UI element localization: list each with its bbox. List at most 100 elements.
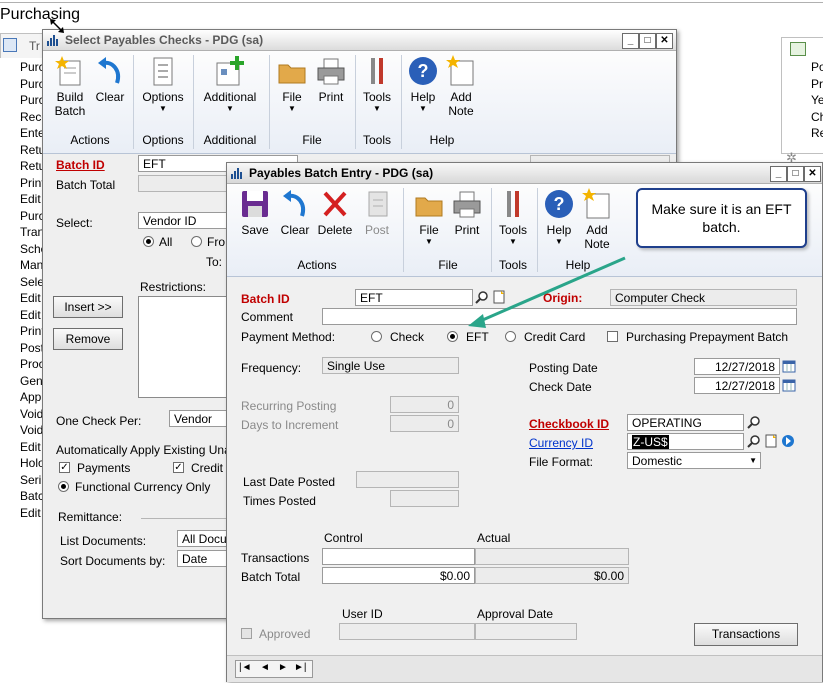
left-nav-item[interactable]: Void <box>20 407 42 421</box>
maximize-button[interactable]: □ <box>787 166 804 182</box>
maximize-button[interactable]: □ <box>639 33 656 49</box>
tools-button[interactable]: Tools ▼ <box>359 55 395 114</box>
first-record-button[interactable]: |◄ <box>239 662 252 673</box>
left-nav-item[interactable]: Gen <box>20 374 42 388</box>
last-record-button[interactable]: ►| <box>294 662 307 673</box>
right-nav-item[interactable]: Po <box>811 60 823 74</box>
left-nav-item[interactable]: Purc <box>20 77 42 91</box>
left-nav-item[interactable]: Retu <box>20 159 42 173</box>
build-batch-button[interactable]: Build Batch <box>51 55 89 118</box>
list-documents-dropdown[interactable]: All Docur <box>177 530 229 547</box>
left-nav-item[interactable]: Edit <box>20 440 41 454</box>
left-nav-item[interactable]: Ente <box>20 126 42 140</box>
sort-documents-dropdown[interactable]: Date <box>177 550 229 567</box>
right-nav-item[interactable]: Re <box>811 126 823 140</box>
add-note-button[interactable]: Add Note <box>443 55 479 118</box>
delete-button[interactable]: Delete <box>315 188 355 237</box>
batch-entry-titlebar[interactable]: Payables Batch Entry - PDG (sa) _ □ ✕ <box>227 163 822 184</box>
left-nav-item[interactable]: Print <box>20 176 42 190</box>
minimize-button[interactable]: _ <box>622 33 639 49</box>
batch-total-control-field[interactable]: $0.00 <box>322 567 475 584</box>
left-nav-item[interactable]: Purc <box>20 93 42 107</box>
remove-button[interactable]: Remove <box>53 328 123 350</box>
checkbook-id-field[interactable]: OPERATING <box>627 414 744 431</box>
check-date-field[interactable]: 12/27/2018 <box>694 377 780 394</box>
right-nav-item[interactable]: Ye <box>811 93 823 107</box>
transactions-control-field[interactable] <box>322 548 475 565</box>
left-nav-item[interactable]: Holo <box>20 456 42 470</box>
prepayment-checkbox[interactable] <box>607 331 618 342</box>
post-button[interactable]: Post <box>359 188 395 237</box>
file-button[interactable]: File ▼ <box>411 188 447 247</box>
left-nav-item[interactable]: Seri <box>20 473 41 487</box>
previous-record-button[interactable]: ◄ <box>260 662 270 673</box>
all-radio[interactable] <box>143 236 154 247</box>
payments-checkbox[interactable]: ✓ <box>59 462 70 473</box>
left-nav-item[interactable]: Edit <box>20 506 41 520</box>
left-nav-item[interactable]: Appl <box>20 390 42 404</box>
file-button[interactable]: File ▼ <box>275 55 309 114</box>
left-nav-item[interactable]: Purc <box>20 60 42 74</box>
additional-button[interactable]: Additional ▼ <box>199 55 261 114</box>
file-format-dropdown[interactable]: Domestic ▼ <box>627 452 761 469</box>
left-nav-item[interactable]: Tran <box>20 225 42 239</box>
one-check-per-dropdown[interactable]: Vendor <box>169 410 229 427</box>
left-nav-tab[interactable]: Tr <box>0 33 44 58</box>
currency-id-link[interactable]: Currency ID <box>529 436 593 450</box>
add-note-button[interactable]: Add Note <box>579 188 615 251</box>
insert-button[interactable]: Insert >> <box>53 296 123 318</box>
transactions-button[interactable]: Transactions <box>694 623 798 646</box>
left-nav-item[interactable]: Print <box>20 324 42 338</box>
note-icon[interactable] <box>492 290 506 304</box>
select-checks-titlebar[interactable]: Select Payables Checks - PDG (sa) _ □ ✕ <box>43 30 676 51</box>
batch-id-field[interactable]: EFT <box>355 289 473 306</box>
right-nav-item[interactable]: Ch <box>811 110 823 124</box>
calendar-icon[interactable] <box>782 378 796 392</box>
close-button[interactable]: ✕ <box>804 166 821 182</box>
help-button[interactable]: ? Help ▼ <box>541 188 577 247</box>
check-radio[interactable] <box>371 331 382 342</box>
save-button[interactable]: Save <box>235 188 275 237</box>
posting-date-field[interactable]: 12/27/2018 <box>694 358 780 375</box>
lookup-icon[interactable] <box>747 434 761 448</box>
note-icon[interactable] <box>764 434 778 448</box>
left-nav-item[interactable]: Edit <box>20 291 41 305</box>
left-nav-item[interactable]: Proc <box>20 357 42 371</box>
print-button[interactable]: Print <box>449 188 485 237</box>
select-dropdown[interactable]: Vendor ID <box>138 212 228 229</box>
approved-checkbox[interactable] <box>241 628 252 639</box>
minimize-button[interactable]: _ <box>770 166 787 182</box>
clear-button[interactable]: Clear <box>93 55 127 104</box>
comment-field[interactable] <box>322 308 797 325</box>
left-nav-item[interactable]: Void <box>20 423 42 437</box>
currency-id-field[interactable]: Z-US$ <box>627 433 744 450</box>
left-nav-item[interactable]: Man <box>20 258 42 272</box>
left-nav-item[interactable]: Purc <box>20 209 42 223</box>
functional-currency-radio[interactable] <box>58 481 69 492</box>
arrow-right-icon[interactable] <box>781 434 795 448</box>
left-nav-item[interactable]: Post <box>20 341 42 355</box>
left-nav-item[interactable]: Sele <box>20 275 42 289</box>
left-nav-item[interactable]: Sche <box>20 242 42 256</box>
left-nav-item[interactable]: Batc <box>20 489 42 503</box>
lookup-icon[interactable] <box>475 290 489 304</box>
right-nav-item[interactable]: Pr <box>811 77 823 91</box>
lookup-icon[interactable] <box>747 415 761 429</box>
eft-radio[interactable] <box>447 331 458 342</box>
clear-button[interactable]: Clear <box>277 188 313 237</box>
credit-card-radio[interactable] <box>505 331 516 342</box>
tools-button[interactable]: Tools ▼ <box>495 188 531 247</box>
credit-checkbox[interactable]: ✓ <box>173 462 184 473</box>
next-record-button[interactable]: ► <box>278 662 288 673</box>
print-button[interactable]: Print <box>313 55 349 104</box>
help-button[interactable]: ? Help ▼ <box>405 55 441 114</box>
options-button[interactable]: Options ▼ <box>139 55 187 114</box>
close-button[interactable]: ✕ <box>656 33 673 49</box>
left-nav-item[interactable]: Edit <box>20 192 41 206</box>
from-radio[interactable] <box>191 236 202 247</box>
restrictions-list[interactable] <box>138 296 230 398</box>
left-nav-item[interactable]: Reco <box>20 110 42 124</box>
left-nav-item[interactable]: Edit <box>20 308 41 322</box>
left-nav-item[interactable]: Retu <box>20 143 42 157</box>
calendar-icon[interactable] <box>782 359 796 373</box>
